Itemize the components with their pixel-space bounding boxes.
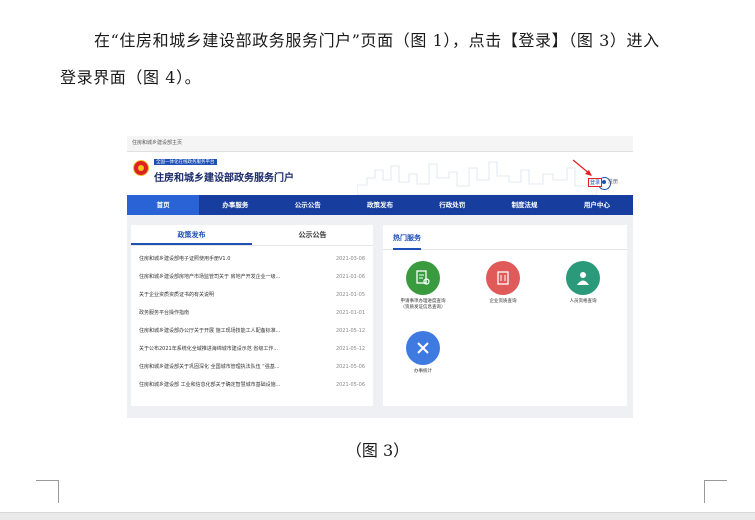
service-label-a: 人员资格查询 bbox=[569, 299, 597, 304]
login-button[interactable]: 登录 bbox=[588, 178, 603, 187]
embedded-portal-screenshot: 住房和城乡建设部主页 全国一体化在线政务服务平台 住房和城乡建设部政务服务门户 … bbox=[127, 136, 633, 418]
figure-caption: （图 3） bbox=[345, 441, 410, 460]
list-item[interactable]: 关于企业资质资质证书的有关说明 2021-01-05 bbox=[139, 286, 365, 304]
list-item[interactable]: 住房和城乡建设部关于巩固深化 全国城市管理执法队伍 “强基... 2021-05-… bbox=[139, 358, 365, 376]
news-tabs: 政策发布 公示公告 bbox=[131, 225, 373, 246]
paragraph-line-2: 登录界面（图 4）。 bbox=[60, 61, 720, 94]
service-label-a: 办事统计 bbox=[414, 369, 432, 374]
building-icon bbox=[486, 261, 520, 295]
hot-services-title: 热门服务 bbox=[393, 228, 421, 250]
list-item[interactable]: 关于公布2021年系统化全域推进海绵城市建设示范 省级工作... 2021-05-… bbox=[139, 340, 365, 358]
city-skyline-icon bbox=[357, 161, 597, 195]
news-title[interactable]: 住房和城乡建设部电子证照使用手册V1.0 bbox=[139, 250, 329, 268]
portal-title: 住房和城乡建设部政务服务门户 bbox=[154, 173, 294, 184]
tab-policy[interactable]: 政策发布 bbox=[131, 225, 252, 245]
paragraph-text-1: 在“住房和城乡建设部政务服务门户”页面（图 1），点击【登录】（图 3）进入 bbox=[94, 31, 660, 50]
service-label-a: 企业资质查询 bbox=[489, 299, 517, 304]
nav-home[interactable]: 首页 bbox=[127, 195, 200, 215]
service-progress-query[interactable]: 申请事项办理进度查询 （资质发证信息查询） bbox=[388, 261, 458, 311]
page-corner-mark-right bbox=[704, 480, 727, 503]
service-label-a: 申请事项办理进度查询 bbox=[400, 299, 446, 304]
national-emblem-icon bbox=[133, 160, 149, 176]
service-statistics[interactable]: 办事统计 bbox=[388, 331, 458, 375]
news-title[interactable]: 住房和城乡建设部房地产市场监管司关于 房地产开发企业一级... bbox=[139, 268, 329, 286]
person-icon bbox=[566, 261, 600, 295]
news-date: 2021-01-05 bbox=[335, 292, 365, 298]
platform-badge: 全国一体化在线政务服务平台 bbox=[154, 159, 217, 165]
paragraph-line-1: 在“住房和城乡建设部政务服务门户”页面（图 1），点击【登录】（图 3）进入 bbox=[60, 24, 720, 57]
news-title[interactable]: 住房和城乡建设部办公厅关于开展 施工现场技能工人配备标准... bbox=[139, 322, 329, 340]
news-date: 2021-01-01 bbox=[335, 310, 365, 316]
news-title[interactable]: 住房和城乡建设部关于巩固深化 全国城市管理执法队伍 “强基... bbox=[139, 358, 329, 376]
service-personnel-query[interactable]: 人员资格查询 bbox=[548, 261, 618, 305]
news-date: 2021-05-12 bbox=[335, 346, 365, 352]
paragraph-text-2: 登录界面（图 4）。 bbox=[60, 68, 202, 87]
news-title[interactable]: 关于企业资质资质证书的有关说明 bbox=[139, 286, 329, 304]
news-list: 住房和城乡建设部电子证照使用手册V1.0 2021-03-08 住房和城乡建设部房… bbox=[131, 246, 373, 394]
hot-services-panel: 热门服务 申请事项办理进度查询（资质发证信息查询） 企业资质查询 人员资格查询 bbox=[383, 225, 627, 406]
nav-policy[interactable]: 政策发布 bbox=[344, 195, 416, 215]
news-date: 2021-05-06 bbox=[335, 364, 365, 370]
news-date: 2021-05-06 bbox=[335, 382, 365, 388]
news-title[interactable]: 政务服务平台操作指南 bbox=[139, 304, 329, 322]
service-label: 申请事项办理进度查询 （资质发证信息查询） bbox=[388, 299, 458, 311]
tools-icon bbox=[406, 331, 440, 365]
list-item[interactable]: 住房和城乡建设部房地产市场监管司关于 房地产开发企业一级... 2021-01-0… bbox=[139, 268, 365, 286]
news-panel: 政策发布 公示公告 住房和城乡建设部电子证照使用手册V1.0 2021-03-08… bbox=[131, 225, 373, 406]
service-label-b: （资质发证信息查询） bbox=[400, 305, 446, 310]
news-date: 2021-05-12 bbox=[335, 328, 365, 334]
nav-regulations[interactable]: 制度法规 bbox=[488, 195, 560, 215]
news-title[interactable]: 关于公布2021年系统化全域推进海绵城市建设示范 省级工作... bbox=[139, 340, 329, 358]
list-item[interactable]: 政务服务平台操作指南 2021-01-01 bbox=[139, 304, 365, 322]
document-search-icon bbox=[406, 261, 440, 295]
tab-announcements[interactable]: 公示公告 bbox=[252, 225, 373, 245]
main-nav: 首页 办事服务 公示公告 政策发布 行政处罚 制度法规 用户中心 bbox=[127, 195, 633, 215]
portal-header: 全国一体化在线政务服务平台 住房和城乡建设部政务服务门户 bbox=[127, 152, 633, 195]
list-item[interactable]: 住房和城乡建设部办公厅关于开展 施工现场技能工人配备标准... 2021-05-1… bbox=[139, 322, 365, 340]
news-title[interactable]: 住房和城乡建设部 工业和信息化部关于确定智慧城市基础设施... bbox=[139, 376, 329, 394]
portal-top-strip: 住房和城乡建设部主页 bbox=[127, 136, 633, 152]
portal-home-link[interactable]: 住房和城乡建设部主页 bbox=[132, 140, 182, 146]
news-date: 2021-01-06 bbox=[335, 274, 365, 280]
service-label: 企业资质查询 bbox=[468, 299, 538, 305]
nav-services[interactable]: 办事服务 bbox=[199, 195, 271, 215]
list-item[interactable]: 住房和城乡建设部 工业和信息化部关于确定智慧城市基础设施... 2021-05-0… bbox=[139, 376, 365, 394]
service-label: 人员资格查询 bbox=[548, 299, 618, 305]
page-corner-mark-left bbox=[36, 480, 59, 503]
service-enterprise-query[interactable]: 企业资质查询 bbox=[468, 261, 538, 305]
nav-user-center[interactable]: 用户中心 bbox=[561, 195, 633, 215]
service-label: 办事统计 bbox=[388, 369, 458, 375]
list-item[interactable]: 住房和城乡建设部电子证照使用手册V1.0 2021-03-08 bbox=[139, 250, 365, 268]
news-date: 2021-03-08 bbox=[335, 256, 365, 262]
register-link[interactable]: 注册 bbox=[608, 178, 618, 185]
red-arrow-icon bbox=[572, 159, 592, 176]
nav-announcements[interactable]: 公示公告 bbox=[272, 195, 344, 215]
nav-penalty[interactable]: 行政处罚 bbox=[416, 195, 488, 215]
